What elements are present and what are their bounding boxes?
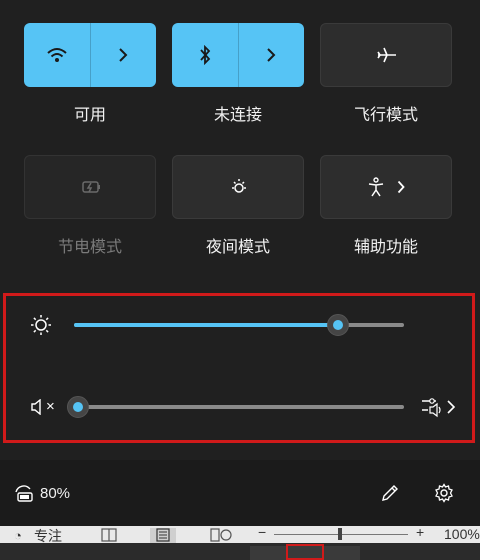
taskbar-highlight-box [286,544,324,560]
quick-settings-footer: 80% [0,460,480,526]
battery-saver-tile[interactable] [24,155,156,219]
volume-slider-thumb[interactable] [67,396,89,418]
bluetooth-icon[interactable] [172,23,238,87]
brightness-icon [30,314,52,341]
volume-slider-track[interactable] [74,405,404,409]
sliders-highlight-box: × [3,293,475,443]
pencil-icon[interactable] [380,483,400,508]
bluetooth-expand-chevron-icon[interactable] [238,23,304,87]
volume-muted-icon[interactable]: × [30,398,55,415]
wifi-tile[interactable] [24,23,156,87]
audio-output-select-icon[interactable] [420,396,460,423]
battery-saver-tile-label: 节电模式 [57,239,122,256]
airplane-icon [321,24,453,86]
zoom-in-button[interactable]: + [416,524,424,540]
night-light-tile-label: 夜间模式 [205,239,270,256]
accessibility-icon [361,156,391,218]
battery-charging-icon[interactable] [12,484,36,509]
night-light-tile[interactable] [172,155,304,219]
brightness-slider-fill [74,323,338,327]
accessibility-tile[interactable] [320,155,452,219]
accessibility-tile-label: 辅助功能 [353,239,418,256]
app-status-bar: ◔ 专注 − + 100% [0,524,480,560]
wifi-expand-chevron-icon[interactable] [90,23,156,87]
airplane-mode-tile-label: 飞行模式 [353,107,418,124]
bluetooth-tile[interactable] [172,23,304,87]
bluetooth-tile-label: 未连接 [213,107,262,124]
brightness-slider-thumb[interactable] [327,314,349,336]
battery-saver-icon [25,156,157,218]
wifi-tile-label: 可用 [73,107,106,124]
focus-icon[interactable]: ◔ [14,528,22,543]
gear-icon[interactable] [434,483,454,508]
battery-percentage[interactable]: 80% [40,485,70,502]
wifi-icon[interactable] [24,23,90,87]
airplane-mode-tile[interactable] [320,23,452,87]
taskbar-strip [0,543,480,560]
zoom-slider-thumb[interactable] [338,528,342,540]
volume-muted-mark: × [46,398,55,415]
zoom-out-button[interactable]: − [258,524,266,540]
accessibility-expand-chevron-icon[interactable] [393,156,409,218]
night-light-icon [173,156,305,218]
zoom-level[interactable]: 100% [444,526,480,542]
